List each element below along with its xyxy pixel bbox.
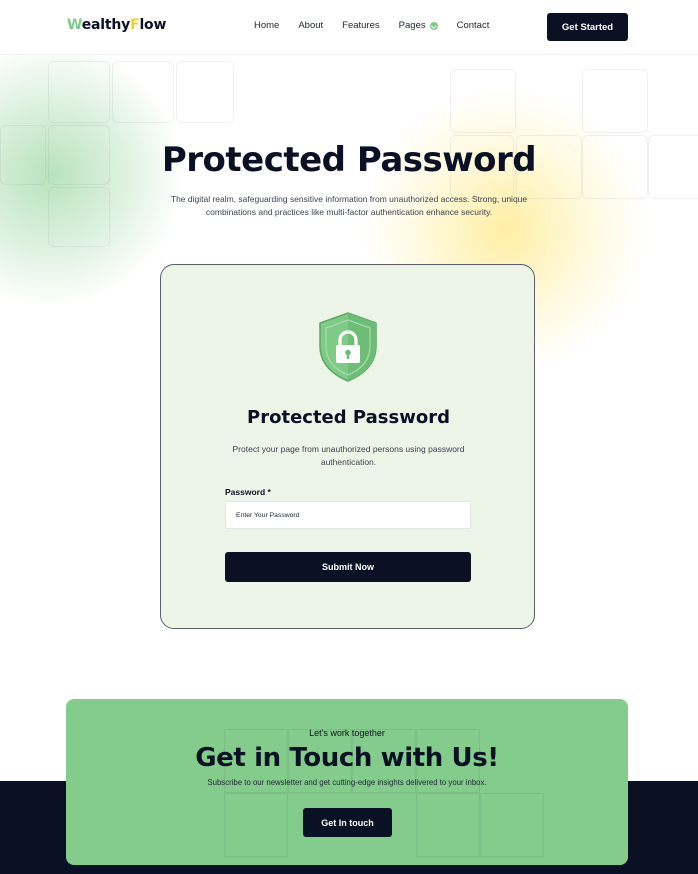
logo-letter-w: W — [67, 17, 82, 33]
cta-subtitle: Subscribe to our newsletter and get cutt… — [207, 778, 487, 787]
card-description: Protect your page from unauthorized pers… — [232, 444, 465, 467]
password-input[interactable] — [225, 501, 471, 529]
nav-contact-link[interactable]: Contact — [457, 20, 490, 31]
grid-square — [48, 61, 110, 123]
brand-logo[interactable]: WealthyFlow — [67, 17, 166, 33]
cta-title: Get in Touch with Us! — [195, 743, 499, 773]
nav-about-link[interactable]: About — [298, 20, 323, 31]
submit-now-button[interactable]: Submit Now — [225, 552, 471, 582]
password-card: Protected Password Protect your page fro… — [160, 264, 535, 629]
navbar: WealthyFlow Home About Features Pages Co… — [0, 0, 698, 55]
page-title: Protected Password — [161, 140, 537, 180]
nav-features-link[interactable]: Features — [342, 20, 380, 31]
get-started-button[interactable]: Get Started — [547, 13, 628, 41]
nav-pages-label: Pages — [398, 20, 426, 31]
grid-square — [450, 69, 516, 133]
grid-square — [224, 793, 288, 857]
cta-kicker: Let's work together — [309, 728, 385, 738]
grid-square — [112, 61, 174, 123]
grid-square — [480, 793, 544, 857]
password-label: Password * — [225, 487, 271, 497]
grid-square — [176, 61, 234, 123]
page-subtitle: The digital realm, safeguarding sensitiv… — [170, 194, 528, 217]
get-in-touch-button[interactable]: Get In touch — [303, 808, 392, 837]
logo-text-ealthy: ealthy — [81, 17, 131, 33]
logo-text-low: low — [139, 17, 167, 33]
nav-home-link[interactable]: Home — [254, 20, 279, 31]
nav-pages-link[interactable]: Pages — [399, 20, 438, 31]
chevron-badge-icon — [429, 21, 438, 30]
contact-cta-banner: Let's work together Get in Touch with Us… — [66, 699, 628, 865]
main-nav: Home About Features Pages Contact — [254, 20, 489, 31]
shield-lock-icon — [316, 312, 380, 382]
card-title: Protected Password — [247, 407, 450, 428]
grid-square — [416, 793, 480, 857]
grid-square — [48, 187, 110, 247]
grid-square — [582, 69, 648, 133]
